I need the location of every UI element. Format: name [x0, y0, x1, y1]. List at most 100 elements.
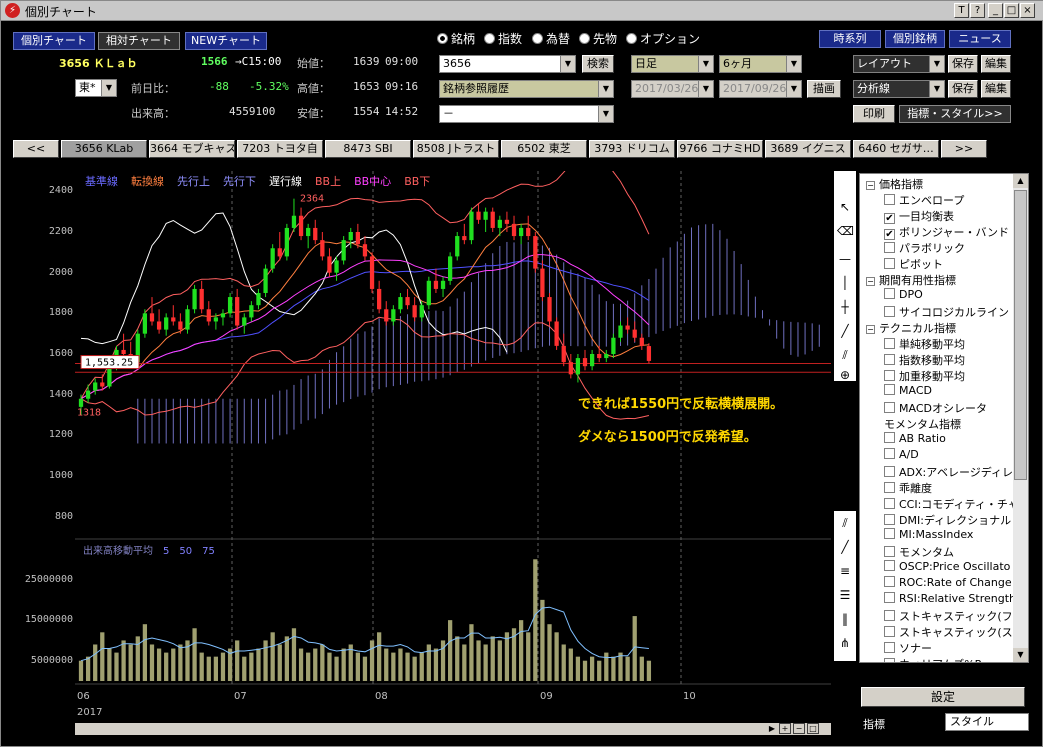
indicator-style-button[interactable]: 指標・スタイル>>: [899, 105, 1011, 123]
minimize-button[interactable]: _: [988, 3, 1003, 18]
checkbox-icon[interactable]: [884, 466, 895, 477]
indicator-checkbox[interactable]: ソナー: [884, 640, 932, 656]
symbol-tab[interactable]: 6502 東芝: [501, 140, 587, 158]
indicator-checkbox[interactable]: ✔ 一目均衡表: [884, 208, 954, 224]
checkbox-icon[interactable]: [884, 354, 895, 365]
chart-area[interactable]: 2364 1318 1,553.25: [75, 171, 831, 721]
indicator-checkbox[interactable]: ✔ ボリンジャー・バンド: [884, 224, 1009, 240]
three-line-icon[interactable]: ≡: [837, 563, 853, 579]
symbol-tab[interactable]: 3664 モブキャス: [149, 140, 235, 158]
cursor-icon[interactable]: ↖: [837, 199, 853, 215]
text-mode-button[interactable]: T: [954, 3, 969, 18]
indicator-checkbox[interactable]: 加重移動平均: [884, 368, 965, 384]
history-select[interactable]: 銘柄参照履歴 ▼: [439, 80, 614, 98]
interval-select[interactable]: 日足 ▼: [631, 55, 714, 73]
analysis-save-button[interactable]: 保存: [948, 80, 978, 98]
cross-line-icon[interactable]: ┼: [837, 299, 853, 315]
search-button[interactable]: 検索: [582, 55, 614, 73]
checkbox-icon[interactable]: [884, 498, 895, 509]
indicator-checkbox[interactable]: ピボット: [884, 256, 943, 272]
analysis-line-select[interactable]: 分析線 ▼: [853, 80, 945, 98]
checkbox-icon[interactable]: [884, 610, 895, 621]
indicator-checkbox[interactable]: RSI:Relative Strength: [884, 592, 1016, 605]
checkbox-icon[interactable]: [884, 306, 895, 317]
indicator-checkbox[interactable]: パラボリック: [884, 240, 965, 256]
fan-line-icon[interactable]: ⫽: [837, 515, 853, 531]
analysis-edit-button[interactable]: 編集: [981, 80, 1011, 98]
checkbox-icon[interactable]: [884, 514, 895, 525]
scroll-down-icon[interactable]: ▼: [1013, 648, 1028, 662]
indicator-checkbox[interactable]: サイコロジカルライン: [884, 304, 1009, 320]
symbol-tab[interactable]: 3793 ドリコム: [589, 140, 675, 158]
indicator-checkbox[interactable]: 乖離度: [884, 480, 932, 496]
timeseries-button[interactable]: 時系列: [819, 30, 881, 48]
fit-icon[interactable]: □: [807, 723, 819, 734]
indicator-checkbox[interactable]: DMI:ディレクショナル: [884, 512, 1011, 528]
cycle-line-icon[interactable]: ‖: [837, 611, 853, 627]
indicator-checkbox[interactable]: MACD: [884, 384, 932, 397]
symbol-tab[interactable]: 3689 イグニス: [765, 140, 851, 158]
checkbox-icon[interactable]: [884, 576, 895, 587]
indicator-checkbox[interactable]: OSCP:Price Oscillato: [884, 560, 1010, 573]
parallel-line-icon[interactable]: ⫽: [837, 347, 853, 363]
scroll-right-icon[interactable]: ▶: [769, 724, 775, 733]
indicator-checkbox[interactable]: ストキャスティック(フ: [884, 608, 1013, 624]
symbol-tab[interactable]: 3656 KLab: [61, 140, 147, 158]
symbol-tab[interactable]: >>: [941, 140, 987, 158]
radio-fx[interactable]: 為替: [532, 30, 570, 47]
new-chart-button[interactable]: NEWチャート: [185, 32, 267, 50]
checkbox-icon[interactable]: [884, 658, 895, 662]
third-select[interactable]: － ▼: [439, 105, 614, 123]
checkbox-icon[interactable]: ✔: [884, 213, 895, 224]
date-to[interactable]: 2017/09/26 ▼: [719, 80, 802, 98]
checkbox-icon[interactable]: [884, 546, 895, 557]
tree-group[interactable]: − テクニカル指標: [866, 320, 956, 336]
indicator-checkbox[interactable]: 単純移動平均: [884, 336, 965, 352]
trend-line-icon[interactable]: ╱: [837, 323, 853, 339]
checkbox-icon[interactable]: [884, 528, 895, 539]
checkbox-icon[interactable]: [884, 384, 895, 395]
checkbox-icon[interactable]: [884, 194, 895, 205]
eraser-icon[interactable]: ⌫: [837, 223, 854, 239]
help-button[interactable]: ?: [970, 3, 985, 18]
indicator-checkbox[interactable]: DPO: [884, 288, 923, 301]
fibonacci-icon[interactable]: ⊕: [837, 367, 853, 383]
scroll-up-icon[interactable]: ▲: [1013, 174, 1028, 188]
indicator-checkbox[interactable]: エンベロープ: [884, 192, 964, 208]
indicator-checkbox[interactable]: 指数移動平均: [884, 352, 965, 368]
draw-button[interactable]: 描画: [807, 80, 841, 98]
symbol-tab[interactable]: <<: [13, 140, 59, 158]
tab-style[interactable]: スタイル: [945, 713, 1029, 731]
indicator-checkbox[interactable]: ROC:Rate of Change: [884, 576, 1012, 589]
collapse-icon[interactable]: −: [866, 181, 875, 190]
title-bar[interactable]: ⚡ 個別チャート T ? _ □ ×: [1, 1, 1043, 21]
indicator-checkbox[interactable]: MACDオシレータ: [884, 400, 987, 416]
symbol-tab[interactable]: 8473 SBI: [325, 140, 411, 158]
checkbox-icon[interactable]: [884, 592, 895, 603]
collapse-icon[interactable]: −: [866, 277, 875, 286]
scroll-thumb[interactable]: [1014, 190, 1027, 480]
exchange-select[interactable]: 東* ▼: [75, 79, 117, 97]
news-button[interactable]: ニュース: [949, 30, 1011, 48]
indicator-checkbox[interactable]: ストキャスティック(ス: [884, 624, 1013, 640]
checkbox-icon[interactable]: [884, 370, 895, 381]
date-from[interactable]: 2017/03/26 ▼: [631, 80, 714, 98]
print-button[interactable]: 印刷: [853, 105, 895, 123]
checkbox-icon[interactable]: ✔: [884, 229, 895, 240]
checkbox-icon[interactable]: [884, 482, 895, 493]
chart-scrollbar[interactable]: ▶ + − □: [75, 723, 831, 735]
checkbox-icon[interactable]: [884, 642, 895, 653]
checkbox-icon[interactable]: [884, 242, 895, 253]
symbol-tab[interactable]: 7203 トヨタ自: [237, 140, 323, 158]
individual-chart-button[interactable]: 個別チャート: [13, 32, 95, 50]
zoom-out-icon[interactable]: −: [793, 723, 805, 734]
regression-icon[interactable]: ╱: [837, 539, 853, 555]
indicator-checkbox[interactable]: AB Ratio: [884, 432, 946, 445]
indicator-checkbox[interactable]: モメンタム: [884, 544, 954, 560]
layout-save-button[interactable]: 保存: [948, 55, 978, 73]
checkbox-icon[interactable]: [884, 402, 895, 413]
indicator-checkbox[interactable]: ウィリアムズ%R: [884, 656, 982, 662]
close-button[interactable]: ×: [1020, 3, 1035, 18]
range-select[interactable]: 6ヶ月 ▼: [719, 55, 802, 73]
indicator-checkbox[interactable]: MI:MassIndex: [884, 528, 973, 541]
